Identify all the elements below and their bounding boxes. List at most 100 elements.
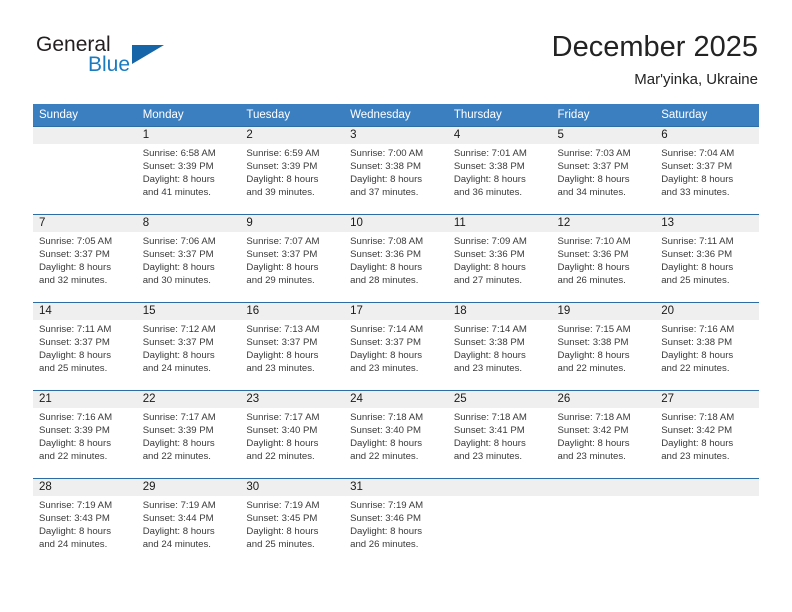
day-number[interactable] [552,479,656,496]
day-number[interactable] [448,479,552,496]
daylight-text-line2: and 23 minutes. [350,363,419,374]
day-cell[interactable]: Sunrise: 7:18 AM Sunset: 3:42 PM Dayligh… [655,408,759,478]
calendar-week-row: 1 2 3 4 5 6 Sunrise: 6:58 AM Sunset: 3:3… [33,126,759,214]
daylight-text-line2: and 39 minutes. [246,187,315,198]
day-number[interactable]: 29 [137,479,241,496]
day-cell[interactable]: Sunrise: 7:12 AM Sunset: 3:37 PM Dayligh… [137,320,241,390]
day-number[interactable]: 10 [344,215,448,232]
day-cell[interactable]: Sunrise: 7:03 AM Sunset: 3:37 PM Dayligh… [552,144,656,214]
sunrise-text: Sunrise: 7:19 AM [246,500,320,511]
day-number[interactable]: 8 [137,215,241,232]
weekday-header-tuesday: Tuesday [246,109,291,121]
daylight-text-line1: Daylight: 8 hours [142,262,215,273]
day-cell[interactable]: Sunrise: 7:06 AM Sunset: 3:37 PM Dayligh… [137,232,241,302]
daylight-text-line1: Daylight: 8 hours [142,526,215,537]
day-number[interactable] [655,479,759,496]
sunrise-text: Sunrise: 7:06 AM [142,236,216,247]
day-cell[interactable]: Sunrise: 7:01 AM Sunset: 3:38 PM Dayligh… [448,144,552,214]
day-cell[interactable]: Sunrise: 7:16 AM Sunset: 3:38 PM Dayligh… [655,320,759,390]
day-number[interactable] [33,127,137,144]
day-cell[interactable]: Sunrise: 7:07 AM Sunset: 3:37 PM Dayligh… [240,232,344,302]
day-cell[interactable]: Sunrise: 7:11 AM Sunset: 3:37 PM Dayligh… [33,320,137,390]
day-number[interactable]: 13 [655,215,759,232]
day-number[interactable]: 23 [240,391,344,408]
day-number[interactable]: 19 [552,303,656,320]
day-cell[interactable]: Sunrise: 7:14 AM Sunset: 3:37 PM Dayligh… [344,320,448,390]
day-cell[interactable]: Sunrise: 7:11 AM Sunset: 3:36 PM Dayligh… [655,232,759,302]
daylight-text-line1: Daylight: 8 hours [557,262,630,273]
sunrise-text: Sunrise: 7:03 AM [557,148,631,159]
sunset-text: Sunset: 3:36 PM [661,249,733,260]
daylight-text-line1: Daylight: 8 hours [246,350,319,361]
day-number[interactable]: 18 [448,303,552,320]
sunset-text: Sunset: 3:40 PM [246,425,318,436]
day-cell[interactable]: Sunrise: 7:19 AM Sunset: 3:45 PM Dayligh… [240,496,344,566]
day-number[interactable]: 1 [137,127,241,144]
sunrise-text: Sunrise: 7:01 AM [453,148,527,159]
day-cell[interactable]: Sunrise: 7:19 AM Sunset: 3:43 PM Dayligh… [33,496,137,566]
day-number[interactable]: 11 [448,215,552,232]
day-number[interactable]: 7 [33,215,137,232]
brand-logo[interactable]: General Blue [36,34,256,90]
daylight-text-line2: and 22 minutes. [350,451,419,462]
day-cell[interactable] [448,496,552,566]
day-cell[interactable] [552,496,656,566]
day-number[interactable]: 30 [240,479,344,496]
daylight-text-line2: and 33 minutes. [661,187,730,198]
sunset-text: Sunset: 3:39 PM [39,425,110,436]
day-cell[interactable]: Sunrise: 7:19 AM Sunset: 3:46 PM Dayligh… [344,496,448,566]
day-number[interactable]: 9 [240,215,344,232]
day-cell[interactable]: Sunrise: 7:10 AM Sunset: 3:36 PM Dayligh… [552,232,656,302]
day-cell[interactable]: Sunrise: 7:18 AM Sunset: 3:41 PM Dayligh… [448,408,552,478]
day-number[interactable]: 17 [344,303,448,320]
sunset-text: Sunset: 3:38 PM [453,337,525,348]
day-number[interactable]: 22 [137,391,241,408]
day-number[interactable]: 31 [344,479,448,496]
day-number[interactable]: 4 [448,127,552,144]
daylight-text-line1: Daylight: 8 hours [142,174,215,185]
day-cell[interactable]: Sunrise: 7:18 AM Sunset: 3:42 PM Dayligh… [552,408,656,478]
day-number[interactable]: 28 [33,479,137,496]
sunset-text: Sunset: 3:39 PM [246,161,318,172]
day-number[interactable]: 16 [240,303,344,320]
day-number[interactable]: 21 [33,391,137,408]
day-cell[interactable]: Sunrise: 7:14 AM Sunset: 3:38 PM Dayligh… [448,320,552,390]
day-number-band: 7 8 9 10 11 12 13 [33,215,759,232]
day-number[interactable]: 24 [344,391,448,408]
day-cell[interactable]: Sunrise: 7:08 AM Sunset: 3:36 PM Dayligh… [344,232,448,302]
day-number[interactable]: 27 [655,391,759,408]
day-number[interactable]: 12 [552,215,656,232]
day-number[interactable]: 6 [655,127,759,144]
day-cell[interactable]: Sunrise: 7:17 AM Sunset: 3:40 PM Dayligh… [240,408,344,478]
day-cell[interactable]: Sunrise: 7:04 AM Sunset: 3:37 PM Dayligh… [655,144,759,214]
day-cell[interactable]: Sunrise: 7:16 AM Sunset: 3:39 PM Dayligh… [33,408,137,478]
day-number[interactable]: 3 [344,127,448,144]
day-cell[interactable]: Sunrise: 6:59 AM Sunset: 3:39 PM Dayligh… [240,144,344,214]
day-number[interactable]: 2 [240,127,344,144]
day-number[interactable]: 25 [448,391,552,408]
day-number[interactable]: 5 [552,127,656,144]
day-cell[interactable]: Sunrise: 7:09 AM Sunset: 3:36 PM Dayligh… [448,232,552,302]
day-cell[interactable]: Sunrise: 7:00 AM Sunset: 3:38 PM Dayligh… [344,144,448,214]
day-cell[interactable]: Sunrise: 7:19 AM Sunset: 3:44 PM Dayligh… [137,496,241,566]
sunrise-text: Sunrise: 7:10 AM [557,236,631,247]
sunset-text: Sunset: 3:38 PM [557,337,629,348]
day-number[interactable]: 14 [33,303,137,320]
day-number[interactable]: 15 [137,303,241,320]
weekday-header-wednesday: Wednesday [350,109,411,121]
sunset-text: Sunset: 3:37 PM [246,337,318,348]
day-cell[interactable]: Sunrise: 7:05 AM Sunset: 3:37 PM Dayligh… [33,232,137,302]
day-detail-band: Sunrise: 7:16 AM Sunset: 3:39 PM Dayligh… [33,408,759,478]
day-cell[interactable] [33,144,137,214]
daylight-text-line1: Daylight: 8 hours [142,438,215,449]
day-cell[interactable]: Sunrise: 7:13 AM Sunset: 3:37 PM Dayligh… [240,320,344,390]
day-number[interactable]: 20 [655,303,759,320]
day-number[interactable]: 26 [552,391,656,408]
sunrise-text: Sunrise: 7:19 AM [142,500,216,511]
day-cell[interactable]: Sunrise: 7:15 AM Sunset: 3:38 PM Dayligh… [552,320,656,390]
day-cell[interactable]: Sunrise: 6:58 AM Sunset: 3:39 PM Dayligh… [137,144,241,214]
day-cell[interactable]: Sunrise: 7:17 AM Sunset: 3:39 PM Dayligh… [137,408,241,478]
day-cell[interactable]: Sunrise: 7:18 AM Sunset: 3:40 PM Dayligh… [344,408,448,478]
daylight-text-line2: and 22 minutes. [142,451,211,462]
day-cell[interactable] [655,496,759,566]
